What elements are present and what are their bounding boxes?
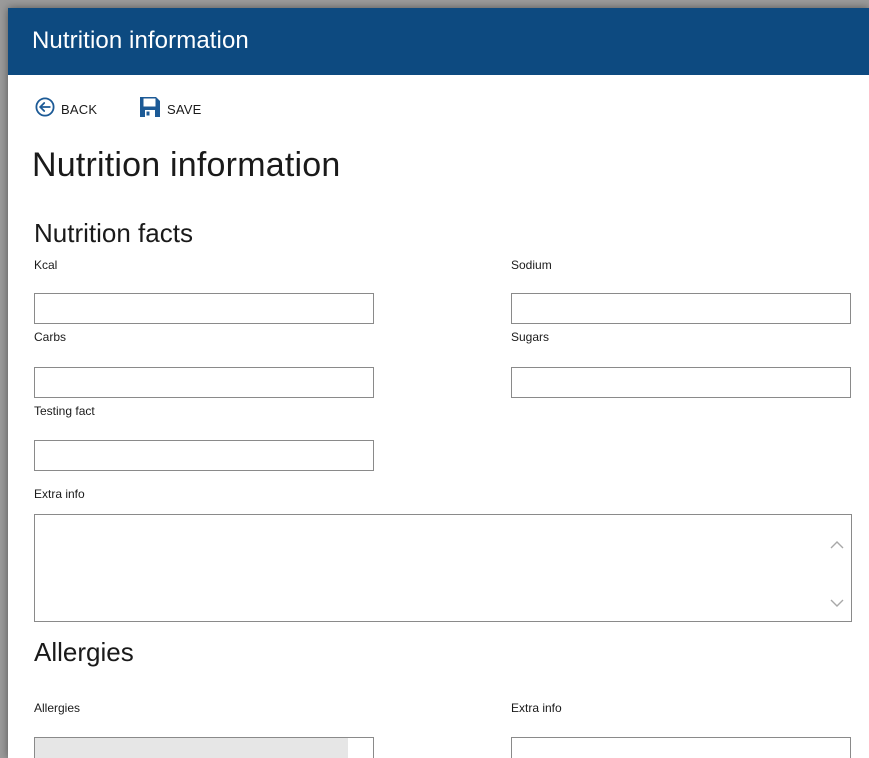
sugars-label: Sugars [511, 330, 550, 344]
save-button[interactable]: SAVE [139, 96, 202, 123]
extra-info-textarea[interactable] [35, 515, 825, 621]
nutrition-facts-heading: Nutrition facts [34, 218, 193, 248]
allergies-extra-info-label: Extra info [511, 701, 562, 715]
allergies-label: Allergies [34, 701, 81, 715]
allergies-input[interactable] [34, 737, 374, 758]
scroll-up-icon[interactable] [829, 537, 845, 553]
back-button[interactable]: BACK [35, 96, 98, 122]
allergies-extra-info-input[interactable] [511, 737, 851, 758]
save-label: SAVE [167, 101, 202, 117]
sodium-input[interactable] [511, 293, 851, 324]
circle-arrow-left-icon [35, 96, 55, 122]
page-title: Nutrition information [32, 146, 341, 184]
window-title: Nutrition information [32, 27, 249, 54]
scroll-down-icon[interactable] [829, 595, 845, 611]
testing-fact-label: Testing fact [34, 404, 95, 418]
carbs-label: Carbs [34, 330, 67, 344]
extra-info-label: Extra info [34, 487, 85, 501]
toolbar: BACK SAVE [8, 75, 869, 135]
carbs-input[interactable] [34, 367, 374, 398]
kcal-input[interactable] [34, 293, 374, 324]
kcal-label: Kcal [34, 258, 58, 272]
back-label: BACK [61, 101, 98, 117]
sodium-label: Sodium [511, 258, 552, 272]
app-window: Nutrition information BACK SAVE Nutritio… [8, 8, 869, 758]
floppy-disk-icon [139, 96, 161, 123]
title-bar: Nutrition information [8, 8, 869, 75]
allergies-heading: Allergies [34, 637, 134, 667]
sugars-input[interactable] [511, 367, 851, 398]
testing-fact-input[interactable] [34, 440, 374, 471]
extra-info-textarea-container [34, 514, 852, 622]
